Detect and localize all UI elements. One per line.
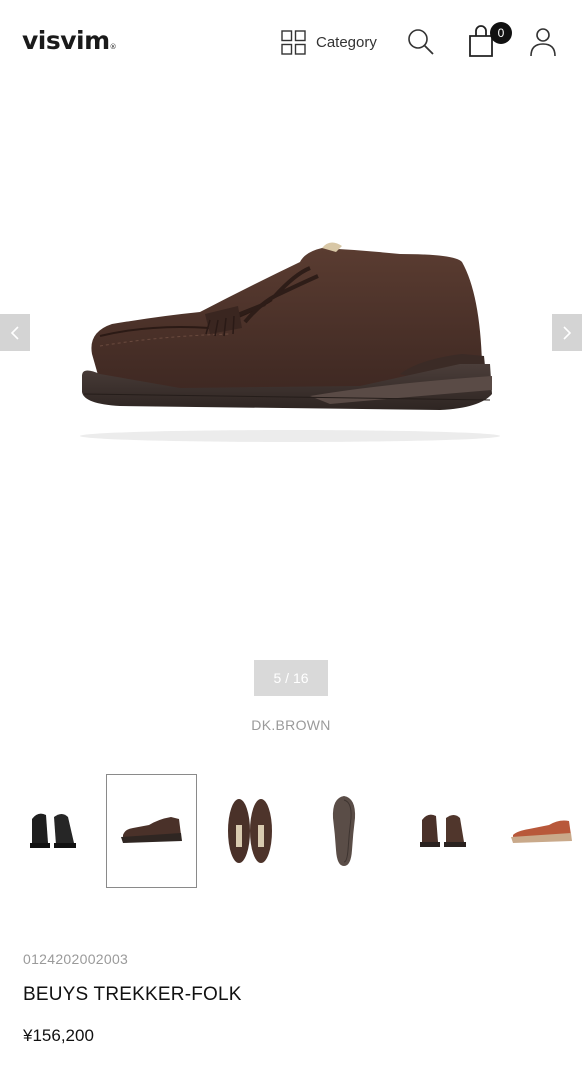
thumbnail-4[interactable] <box>298 774 389 888</box>
category-button[interactable]: Category <box>281 28 377 56</box>
product-price: ¥156,200 <box>23 1026 94 1045</box>
thumbnail-5[interactable] <box>398 774 489 888</box>
thumbnail-2[interactable] <box>106 774 197 888</box>
thumbnail-1[interactable] <box>8 774 99 888</box>
thumbnail-image <box>29 813 76 848</box>
cart-button[interactable]: 0 <box>466 22 516 58</box>
chevron-right-icon <box>563 325 572 340</box>
category-label: Category <box>316 33 377 51</box>
product-image <box>80 242 500 442</box>
grid-icon <box>281 29 306 55</box>
thumbnail-image <box>510 820 572 843</box>
thumbnail-3[interactable] <box>204 774 295 888</box>
product-sku: 0124202002003 <box>23 951 129 967</box>
user-icon <box>530 28 556 57</box>
thumbnail-strip <box>0 774 582 888</box>
product-name: BEUYS TREKKER-FOLK <box>23 984 242 1005</box>
thumbnail-image <box>120 817 182 843</box>
color-name: DK.BROWN <box>251 717 331 733</box>
site-header: visvim® Category 0 <box>0 0 582 84</box>
thumbnail-image <box>419 814 466 847</box>
thumbnail-6[interactable] <box>496 774 582 888</box>
account-button[interactable] <box>528 26 558 58</box>
search-button[interactable] <box>406 27 436 57</box>
previous-image-button[interactable] <box>0 314 30 351</box>
image-counter: 5 / 16 <box>254 660 328 696</box>
chevron-left-icon <box>10 325 19 340</box>
thumbnail-image <box>332 796 355 866</box>
product-image-carousel[interactable] <box>0 84 582 644</box>
search-icon <box>408 29 434 55</box>
brand-logo[interactable]: visvim® <box>22 26 117 62</box>
cart-count-badge: 0 <box>490 22 512 44</box>
thumbnail-image <box>227 799 272 863</box>
next-image-button[interactable] <box>552 314 582 351</box>
